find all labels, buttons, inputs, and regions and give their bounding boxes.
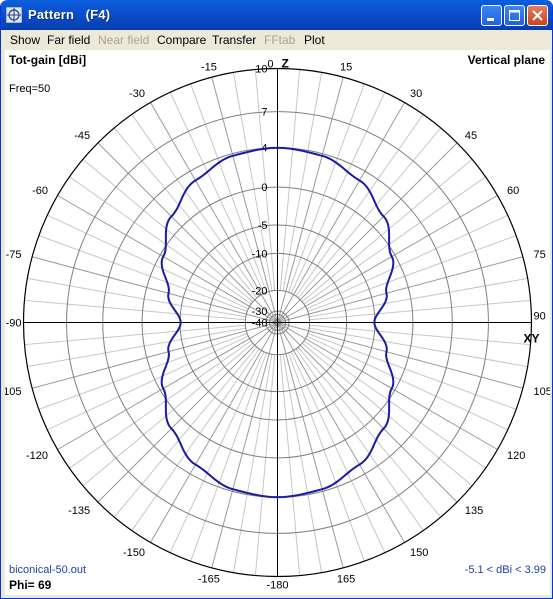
- angle-tick-label: 90: [534, 311, 546, 323]
- pattern-window: Pattern (F4) Show Far field Near field C…: [0, 0, 553, 599]
- grid-spoke: [131, 114, 260, 297]
- grid-spoke: [295, 114, 424, 297]
- phi-value: Phi= 69: [9, 578, 52, 592]
- frequency-label: Freq=50: [9, 83, 51, 95]
- grid-spoke: [24, 324, 246, 346]
- radial-tick-label: 10: [255, 64, 267, 76]
- radial-tick-label: -5: [258, 220, 268, 232]
- menu-plot[interactable]: Plot: [304, 33, 325, 47]
- minimize-button[interactable]: [481, 5, 502, 26]
- grid-spoke: [306, 335, 508, 431]
- grid-spoke: [69, 340, 252, 469]
- grid-spoke: [301, 158, 473, 303]
- grid-spoke: [47, 214, 249, 310]
- angle-tick-label: 135: [465, 505, 483, 517]
- grid-spoke: [303, 340, 486, 469]
- menu-show[interactable]: Show: [10, 33, 40, 47]
- menu-compare[interactable]: Compare: [157, 33, 206, 47]
- z-axis-label: Z: [282, 57, 289, 71]
- radial-tick-label: -40: [252, 318, 268, 330]
- angle-tick-label: 150: [410, 547, 428, 559]
- angle-tick-label: -90: [6, 318, 22, 330]
- title-bar[interactable]: Pattern (F4): [1, 0, 552, 30]
- menu-near-field[interactable]: Near field: [98, 33, 149, 47]
- grid-spoke: [113, 346, 258, 518]
- grid-spoke: [69, 176, 252, 305]
- angle-tick-label: 105: [533, 386, 550, 398]
- menu-bar: Show Far field Near field Compare Transf…: [1, 30, 552, 50]
- angle-tick-label: 45: [465, 130, 477, 142]
- grid-spoke: [303, 176, 486, 305]
- radial-tick-label: -20: [252, 285, 268, 297]
- grid-spoke: [47, 335, 249, 431]
- xy-axis-label: XY: [524, 332, 540, 346]
- grid-spoke: [82, 342, 254, 487]
- angle-tick-label: -120: [26, 450, 48, 462]
- grid-spoke: [131, 348, 260, 531]
- angle-tick-label: 120: [507, 450, 525, 462]
- grid-spoke: [24, 299, 246, 321]
- window-title: Pattern (F4): [28, 7, 111, 22]
- angle-tick-label: -180: [266, 580, 288, 592]
- minimize-icon: [487, 18, 494, 21]
- radial-tick-label: -30: [252, 306, 268, 318]
- angle-tick-label: -150: [123, 547, 145, 559]
- grid-spoke: [306, 214, 508, 310]
- angle-tick-label: -165: [198, 573, 220, 585]
- output-filename: biconical-50.out: [9, 564, 87, 576]
- grid-spoke: [279, 354, 301, 576]
- angle-tick-label: 30: [410, 88, 422, 100]
- angle-tick-label: 75: [533, 249, 545, 261]
- angle-tick-label: -45: [74, 130, 90, 142]
- maximize-button[interactable]: [504, 5, 525, 26]
- menu-far-field[interactable]: Far field: [47, 33, 90, 47]
- grid-spoke: [297, 127, 442, 299]
- grid-spoke: [297, 346, 442, 518]
- maximize-icon: [509, 10, 520, 21]
- angle-tick-label: 60: [507, 185, 519, 197]
- grid-spoke: [309, 324, 531, 346]
- angle-tick-label: -135: [68, 505, 90, 517]
- angle-tick-label: -75: [6, 249, 22, 261]
- radial-tick-label: 0: [261, 182, 267, 194]
- radial-tick-label: -10: [252, 248, 268, 260]
- angle-tick-label: -105: [5, 386, 22, 398]
- plane-label: Vertical plane: [467, 53, 545, 67]
- grid-spoke: [279, 69, 301, 291]
- close-button[interactable]: [527, 5, 548, 26]
- angle-tick-label: 0: [267, 59, 273, 71]
- polar-plot-area[interactable]: 10 7 4 0 -5 -10 -20 -30 -40 0 15 30 45 60 75 90 105 120 13…: [1, 50, 552, 595]
- pattern-app-icon: [6, 7, 22, 23]
- grid-spoke: [309, 299, 531, 321]
- grid-spoke: [301, 342, 473, 487]
- gain-range: -5.1 < dBi < 3.99: [464, 564, 546, 576]
- angle-tick-label: 15: [340, 62, 352, 74]
- close-icon: [532, 10, 543, 21]
- angle-tick-label: -15: [201, 62, 217, 74]
- menu-fftab[interactable]: FFtab: [264, 33, 295, 47]
- quantity-label: Tot-gain [dBi]: [9, 53, 87, 67]
- angle-tick-label: 165: [337, 573, 355, 585]
- menu-transfer[interactable]: Transfer: [212, 33, 256, 47]
- grid-spoke: [295, 348, 424, 531]
- angle-tick-label: -30: [129, 88, 145, 100]
- angle-tick-label: -60: [32, 185, 48, 197]
- radial-tick-label: 7: [261, 107, 267, 119]
- grid-spoke: [82, 158, 254, 303]
- grid-spoke: [113, 127, 258, 299]
- polar-chart[interactable]: 10740-5-10-20-30-400 15304560759010512013…: [1, 50, 552, 595]
- grid-spoke: [254, 354, 276, 576]
